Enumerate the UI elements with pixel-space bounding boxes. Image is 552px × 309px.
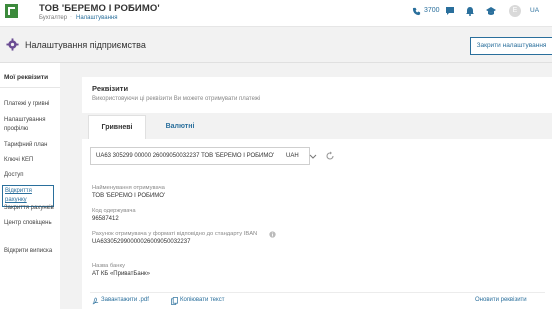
company-name[interactable]: ТОВ 'БЕРЕМО І РОБИМО' (39, 3, 160, 14)
copy-icon[interactable] (171, 297, 178, 305)
bank-name-label: Назва банку (92, 263, 125, 269)
chevron-down-icon[interactable] (309, 152, 317, 160)
card-subtitle: Використовуючи ці реквізити Ви можете от… (92, 96, 261, 102)
requisites-card: Реквізити Використовуючи ці реквізити Ви… (82, 77, 552, 309)
graduation-cap-icon[interactable] (486, 6, 496, 16)
phone-icon[interactable] (412, 7, 421, 16)
bank-logo-icon[interactable] (5, 4, 18, 18)
sidebar: Мої реквізити Платежі у гривні Налаштува… (0, 63, 60, 309)
sidebar-item-uah-payments[interactable]: Платежі у гривні (4, 100, 56, 109)
iban-value: UA633052990000026009050032237 (92, 239, 191, 245)
recipient-code-value: 96587412 (92, 216, 119, 222)
language-switch[interactable]: UA (530, 7, 539, 14)
account-number: UA63 305299 00000 26009050032237 ТОВ 'БЕ… (96, 153, 275, 159)
sidebar-item-access[interactable]: Доступ (4, 171, 56, 180)
bank-name-value: АТ КБ «ПриватБанк» (92, 271, 150, 277)
sidebar-item-open-statement[interactable]: Відкрити виписка (4, 247, 56, 256)
phone-number[interactable]: 3700 (424, 7, 440, 14)
tab-uah[interactable]: Гривневі (88, 115, 146, 139)
card-divider (90, 292, 545, 293)
top-header: ТОВ 'БЕРЕМО І РОБИМО' ▾ Бухгалтер · Нала… (0, 0, 552, 27)
tab-currency[interactable]: Валютні (148, 115, 212, 139)
account-currency: UAH (286, 153, 299, 159)
page-title-bar: Налаштування підприємства Закрити налашт… (0, 27, 552, 63)
sidebar-item-my-requisites[interactable]: Мої реквізити (4, 74, 48, 81)
close-settings-button[interactable]: Закрити налаштування (470, 37, 552, 55)
sidebar-item-notifications[interactable]: Центр сповіщень (4, 219, 56, 228)
main-content: Реквізити Використовуючи ці реквізити Ви… (60, 63, 552, 309)
update-requisites-link[interactable]: Оновити реквізити (475, 297, 527, 303)
sidebar-item-kep-keys[interactable]: Ключі КЕП (4, 156, 56, 165)
settings-link[interactable]: Налаштування (76, 15, 117, 21)
refresh-icon[interactable] (325, 151, 335, 161)
iban-label: Рахунок отримувача у форматі відповідно … (92, 231, 258, 237)
recipient-code-label: Код одержувача (92, 208, 136, 214)
recipient-name-label: Найменування отримувача (92, 185, 165, 191)
copy-text-link[interactable]: Копіювати текст (180, 297, 224, 303)
avatar[interactable]: E (509, 5, 521, 17)
pdf-icon[interactable] (92, 297, 99, 305)
sidebar-divider (0, 87, 60, 88)
role-separator: · (70, 14, 72, 20)
page-title: Налаштування підприємства (25, 40, 146, 50)
gear-icon (6, 38, 19, 51)
sidebar-item-close-accounts[interactable]: Закриття рахунків (4, 204, 56, 213)
company-dropdown-icon[interactable]: ▾ (128, 2, 132, 11)
bell-icon[interactable] (465, 6, 475, 16)
info-icon[interactable] (269, 231, 276, 238)
chat-icon[interactable] (445, 6, 455, 16)
download-pdf-link[interactable]: Завантажити .pdf (101, 297, 149, 303)
recipient-name-value: ТОВ 'БЕРЕМО І РОБИМО' (92, 193, 166, 199)
sidebar-item-profile-settings[interactable]: Налаштування профілю (4, 116, 56, 134)
sidebar-item-tariff-plan[interactable]: Тарифний план (4, 141, 56, 150)
card-title: Реквізити (92, 84, 129, 93)
account-select[interactable]: UA63 305299 00000 26009050032237 ТОВ 'БЕ… (90, 147, 310, 165)
user-role: Бухгалтер (39, 15, 68, 21)
